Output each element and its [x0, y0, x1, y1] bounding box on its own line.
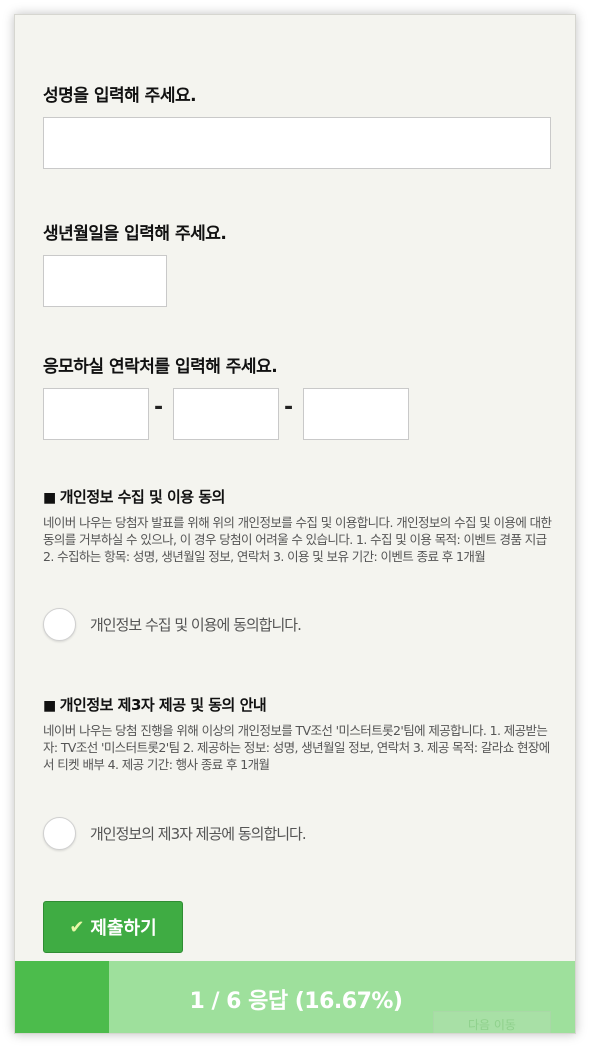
third-party-consent[interactable]: 개인정보의 제3자 제공에 동의합니다.: [43, 815, 307, 851]
third-party-consent-label[interactable]: 개인정보의 제3자 제공에 동의합니다.: [90, 823, 307, 844]
contact-input-2[interactable]: [173, 388, 279, 440]
contact-input-1[interactable]: [43, 388, 149, 440]
contact-input-3[interactable]: [303, 388, 409, 440]
birth-input[interactable]: [43, 255, 167, 307]
check-icon: ✔: [69, 916, 85, 938]
contact-dash-2: -: [284, 395, 294, 420]
privacy-consent-label[interactable]: 개인정보 수집 및 이용에 동의합니다.: [90, 614, 302, 635]
third-party-title: ■ 개인정보 제3자 제공 및 동의 안내: [43, 694, 267, 715]
square-icon: ■: [43, 698, 56, 714]
third-party-consent-radio[interactable]: [43, 816, 76, 850]
name-question: 성명을 입력해 주세요.: [43, 86, 197, 106]
privacy-title-text: 개인정보 수집 및 이용 동의: [59, 488, 226, 506]
third-party-body: 네이버 나우는 당첨 진행을 위해 이상의 개인정보를 TV조선 '미스터트롯2…: [43, 723, 550, 772]
submit-button[interactable]: ✔ 제출하기: [43, 901, 183, 953]
contact-dash-1: -: [154, 395, 164, 420]
contact-question: 응모하실 연락처를 입력해 주세요.: [43, 357, 278, 377]
privacy-title: ■ 개인정보 수집 및 이용 동의: [43, 486, 225, 507]
square-icon: ■: [43, 490, 56, 506]
privacy-consent[interactable]: 개인정보 수집 및 이용에 동의합니다.: [43, 606, 302, 642]
privacy-body: 네이버 나우는 당첨자 발표를 위해 위의 개인정보를 수집 및 이용합니다. …: [43, 515, 552, 564]
name-input[interactable]: [43, 117, 551, 169]
submit-label: 제출하기: [90, 918, 157, 939]
survey-form: 성명을 입력해 주세요. 생년월일을 입력해 주세요. 응모하실 연락처를 입력…: [14, 14, 576, 1034]
privacy-consent-radio[interactable]: [43, 607, 76, 641]
third-party-title-text: 개인정보 제3자 제공 및 동의 안내: [59, 696, 267, 714]
birth-question: 생년월일을 입력해 주세요.: [43, 224, 227, 244]
next-button[interactable]: 다음 이동: [433, 1011, 551, 1033]
